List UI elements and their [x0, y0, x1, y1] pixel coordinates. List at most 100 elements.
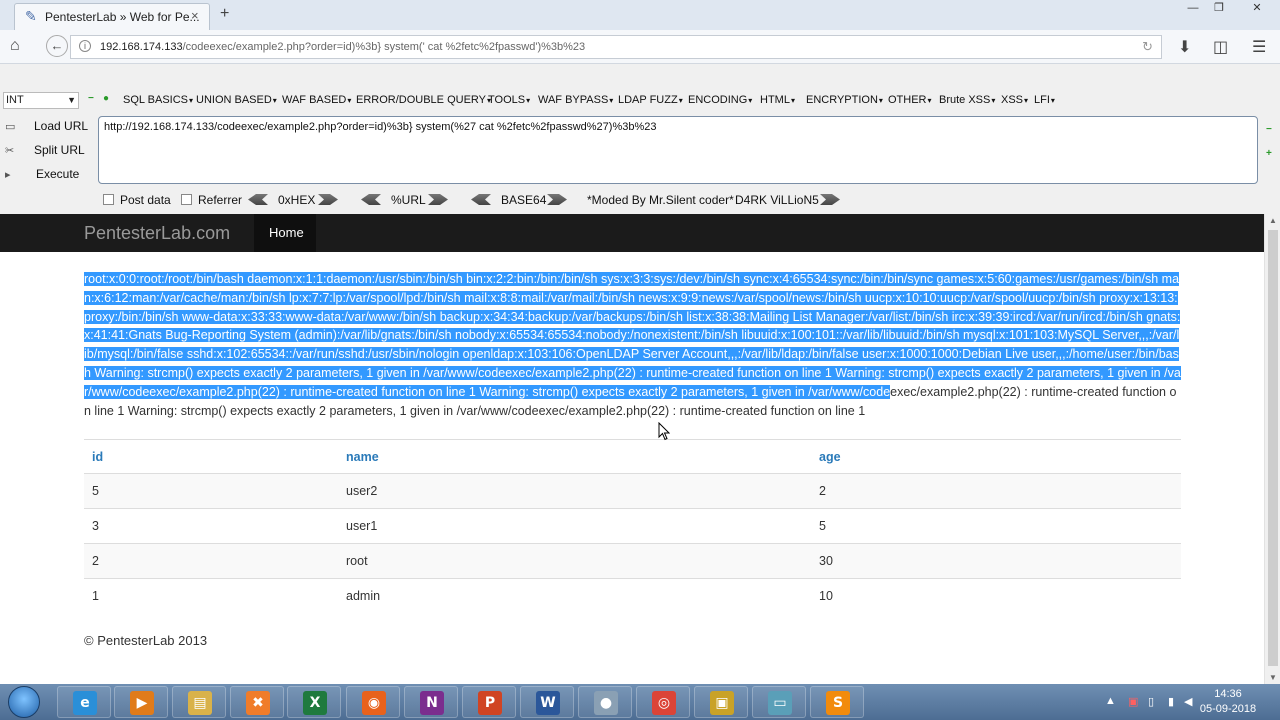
- menu-icon[interactable]: ☰: [1252, 37, 1266, 57]
- taskbar-app-button[interactable]: ▶: [114, 686, 168, 718]
- author-arrow-icon[interactable]: [820, 194, 840, 205]
- back-arrow-icon[interactable]: ←: [46, 35, 68, 57]
- tab-close-icon[interactable]: ×: [191, 8, 199, 23]
- tray-network-icon[interactable]: ▮: [1168, 695, 1174, 708]
- start-button[interactable]: [8, 686, 40, 718]
- url-encode-arrow-icon[interactable]: [428, 194, 448, 205]
- menu-ldap-fuzz[interactable]: LDAP FUZZ: [618, 94, 683, 106]
- menu-waf-based[interactable]: WAF BASED: [282, 94, 351, 106]
- base64-decode-arrow-icon[interactable]: [471, 194, 491, 205]
- scroll-down-icon[interactable]: ▼: [1269, 673, 1277, 682]
- tray-volume-icon[interactable]: ◀: [1184, 695, 1192, 708]
- menu-tools[interactable]: TOOLS: [488, 94, 530, 106]
- page-footer: © PentesterLab 2013: [84, 633, 208, 648]
- hex-label: 0xHEX: [278, 193, 316, 207]
- tray-security-icon[interactable]: ▣: [1128, 695, 1138, 708]
- reload-icon[interactable]: ↻: [1142, 39, 1153, 55]
- title-bar: ✎ PentesterLab » Web for Pe... × + — ❐ ✕: [0, 0, 1280, 30]
- word-icon: W: [536, 691, 560, 715]
- taskbar-app-button[interactable]: e: [57, 686, 111, 718]
- injection-type-select[interactable]: INT ▼: [3, 92, 79, 109]
- mouse-cursor-icon: [658, 422, 670, 441]
- menu-encryption[interactable]: ENCRYPTION: [806, 94, 883, 106]
- taskbar-app-button[interactable]: ●: [578, 686, 632, 718]
- new-tab-button[interactable]: +: [220, 5, 229, 23]
- base64-encode-arrow-icon[interactable]: [547, 194, 567, 205]
- sidebar-icon[interactable]: ◫: [1213, 37, 1228, 57]
- decrease-icon[interactable]: −: [1266, 124, 1272, 135]
- referrer-checkbox[interactable]: [181, 194, 192, 205]
- load-url-button[interactable]: ▭ Load URL: [0, 116, 90, 136]
- split-url-icon: ✂: [5, 145, 15, 157]
- hex-decode-arrow-icon[interactable]: [248, 194, 268, 205]
- table-row: 1 admin 10: [84, 578, 1181, 614]
- scrollbar-thumb[interactable]: [1268, 230, 1278, 666]
- browser-tab[interactable]: ✎ PentesterLab » Web for Pe... ×: [14, 3, 210, 30]
- menu-union-based[interactable]: UNION BASED: [196, 94, 277, 106]
- menu-xss[interactable]: XSS: [1001, 94, 1028, 106]
- taskbar-app-button[interactable]: W: [520, 686, 574, 718]
- increase-icon[interactable]: +: [1266, 148, 1272, 159]
- menu-waf-bypass[interactable]: WAF BYPASS: [538, 94, 613, 106]
- menu-lfi[interactable]: LFI: [1034, 94, 1055, 106]
- close-window-button[interactable]: ✕: [1246, 2, 1268, 16]
- web-page: PentesterLab.com Home root:x:0:0:root:/r…: [0, 214, 1264, 684]
- address-bar[interactable]: i 192.168.174.133/codeexec/example2.php?…: [70, 35, 1162, 59]
- execute-button[interactable]: ▸ Execute: [0, 164, 90, 184]
- windows-taskbar: e ▶ ▤ ✖ X ◉ N P W ● ◎ ▣ ▭ S ▲ ▣ ▯ ▮ ◀ 14:36 05-09-201…: [0, 684, 1280, 720]
- cell-id: 2: [84, 543, 338, 579]
- menu-encoding[interactable]: ENCODING: [688, 94, 752, 106]
- menu-html[interactable]: HTML: [760, 94, 795, 106]
- taskbar-app-button[interactable]: S: [810, 686, 864, 718]
- home-icon[interactable]: ⌂: [10, 37, 20, 55]
- taskbar-app-button[interactable]: ▭: [752, 686, 806, 718]
- clock-date: 05-09-2018: [1199, 703, 1257, 715]
- download-icon[interactable]: ⬇: [1178, 37, 1191, 57]
- table-header-row: id name age: [84, 439, 1181, 474]
- minimize-button[interactable]: —: [1182, 2, 1204, 16]
- scroll-up-icon[interactable]: ▲: [1269, 216, 1277, 225]
- navigation-bar: ⌂ ← i 192.168.174.133/codeexec/example2.…: [0, 30, 1280, 64]
- taskbar-clock[interactable]: 14:36 05-09-2018: [1193, 687, 1263, 717]
- recorder-icon: ●: [594, 691, 618, 715]
- tray-power-icon[interactable]: ▯: [1148, 695, 1154, 708]
- menu-sql-basics[interactable]: SQL BASICS: [123, 94, 193, 106]
- tray-expand-icon[interactable]: ▲: [1105, 695, 1116, 707]
- taskbar-app-button[interactable]: ✖: [230, 686, 284, 718]
- menu-other[interactable]: OTHER: [888, 94, 932, 106]
- taskbar-app-button[interactable]: ▣: [694, 686, 748, 718]
- column-header-name[interactable]: name: [338, 439, 811, 474]
- taskbar-app-button[interactable]: P: [462, 686, 516, 718]
- hex-encode-arrow-icon[interactable]: [318, 194, 338, 205]
- cell-name: root: [338, 543, 811, 579]
- xampp-icon: ✖: [246, 691, 270, 715]
- column-header-id[interactable]: id: [84, 439, 338, 474]
- menu-error-double-query[interactable]: ERROR/DOUBLE QUERY: [356, 94, 491, 106]
- author-label: D4RK ViLLioN5: [735, 193, 819, 207]
- hackbar-url-textarea[interactable]: http://192.168.174.133/codeexec/example2…: [98, 116, 1258, 184]
- site-info-icon[interactable]: i: [79, 40, 91, 52]
- address-url[interactable]: 192.168.174.133/codeexec/example2.php?or…: [100, 41, 585, 53]
- referrer-label: Referrer: [198, 193, 243, 207]
- taskbar-app-button[interactable]: X: [287, 686, 341, 718]
- url-decode-arrow-icon[interactable]: [361, 194, 381, 205]
- minus-icon[interactable]: −: [88, 94, 96, 104]
- maximize-button[interactable]: ❐: [1208, 2, 1230, 16]
- chevron-down-icon: ▼: [67, 95, 76, 105]
- site-brand[interactable]: PentesterLab.com: [84, 223, 230, 244]
- page-scrollbar[interactable]: ▲ ▼: [1264, 214, 1280, 684]
- command-output: root:x:0:0:root:/root:/bin/bash daemon:x…: [84, 270, 1182, 420]
- site-navbar: PentesterLab.com Home: [0, 214, 1264, 252]
- taskbar-app-button[interactable]: ▤: [172, 686, 226, 718]
- column-header-age[interactable]: age: [811, 439, 1181, 474]
- post-data-checkbox[interactable]: [103, 194, 114, 205]
- plus-icon[interactable]: ●: [103, 94, 111, 104]
- taskbar-app-button[interactable]: ◎: [636, 686, 690, 718]
- taskbar-app-button[interactable]: N: [404, 686, 458, 718]
- split-url-button[interactable]: ✂ Split URL: [0, 140, 90, 160]
- table-row: 3 user1 5: [84, 508, 1181, 544]
- taskbar-app-button[interactable]: ◉: [346, 686, 400, 718]
- nav-home-link[interactable]: Home: [254, 214, 316, 252]
- menu-brute-xss[interactable]: Brute XSS: [939, 94, 995, 106]
- cell-name: user2: [338, 473, 811, 509]
